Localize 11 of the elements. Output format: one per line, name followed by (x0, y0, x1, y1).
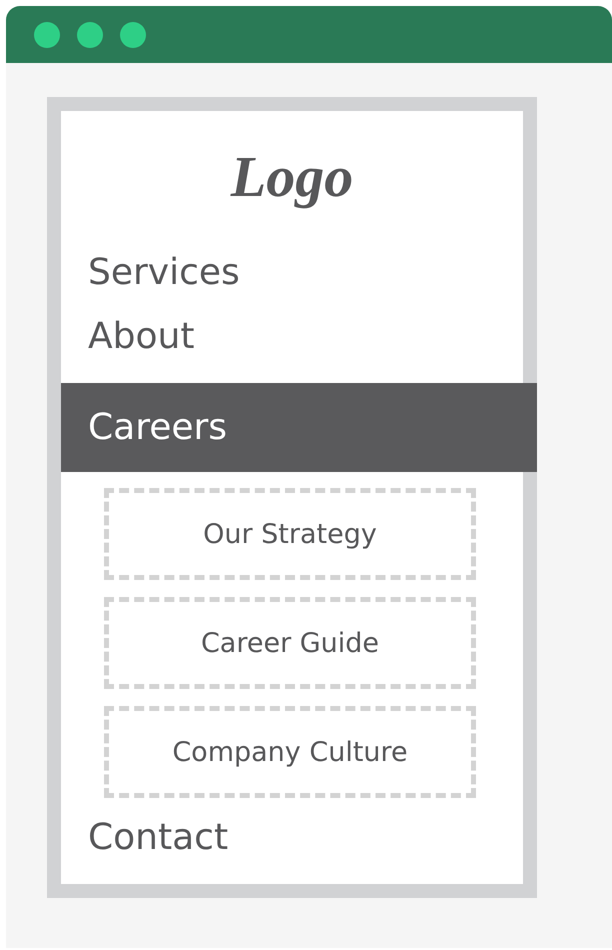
menu-item[interactable]: Services (61, 241, 523, 305)
window-dot-icon[interactable] (120, 22, 146, 48)
menu-item[interactable]: Careers (61, 383, 537, 472)
menu-item[interactable]: About (61, 305, 523, 369)
menu-item[interactable]: Contact (61, 806, 523, 870)
window-dot-icon[interactable] (77, 22, 103, 48)
submenu-item[interactable]: Company Culture (104, 706, 476, 798)
window-dot-icon[interactable] (34, 22, 60, 48)
submenu-item[interactable]: Our Strategy (104, 488, 476, 580)
logo: Logo (230, 142, 354, 210)
submenu-item[interactable]: Career Guide (104, 597, 476, 689)
